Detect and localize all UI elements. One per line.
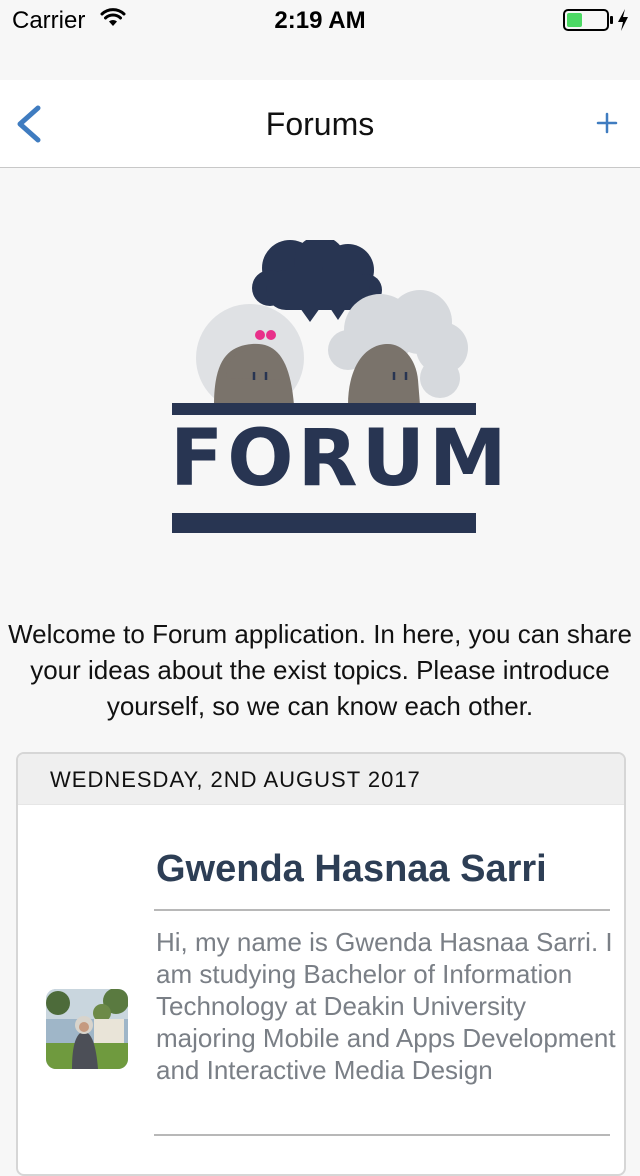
status-bar: Carrier 2:19 AM <box>0 0 640 40</box>
welcome-message: Welcome to Forum application. In here, y… <box>8 619 632 721</box>
status-time: 2:19 AM <box>274 7 366 34</box>
author-name: Gwenda Hasnaa Sarri <box>156 848 547 890</box>
page-title: Forums <box>265 106 375 142</box>
post-card[interactable]: WEDNESDAY, 2ND AUGUST 2017 Gwenda Hasnaa… <box>16 752 626 1176</box>
author-divider <box>154 909 610 911</box>
logo-wordmark: FORUM <box>170 414 511 504</box>
post-message: Hi, my name is Gwenda Hasnaa Sarri. I am… <box>156 927 616 1085</box>
navigation-bar: Forums <box>0 80 640 168</box>
plus-icon[interactable] <box>594 110 620 136</box>
forum-logo: FORUM <box>170 236 511 545</box>
avatar-photo <box>46 989 128 1069</box>
post-date-header: WEDNESDAY, 2ND AUGUST 2017 <box>18 754 624 805</box>
charging-bolt-icon <box>618 9 628 31</box>
avatar[interactable] <box>46 989 128 1069</box>
battery-icon <box>563 9 613 31</box>
